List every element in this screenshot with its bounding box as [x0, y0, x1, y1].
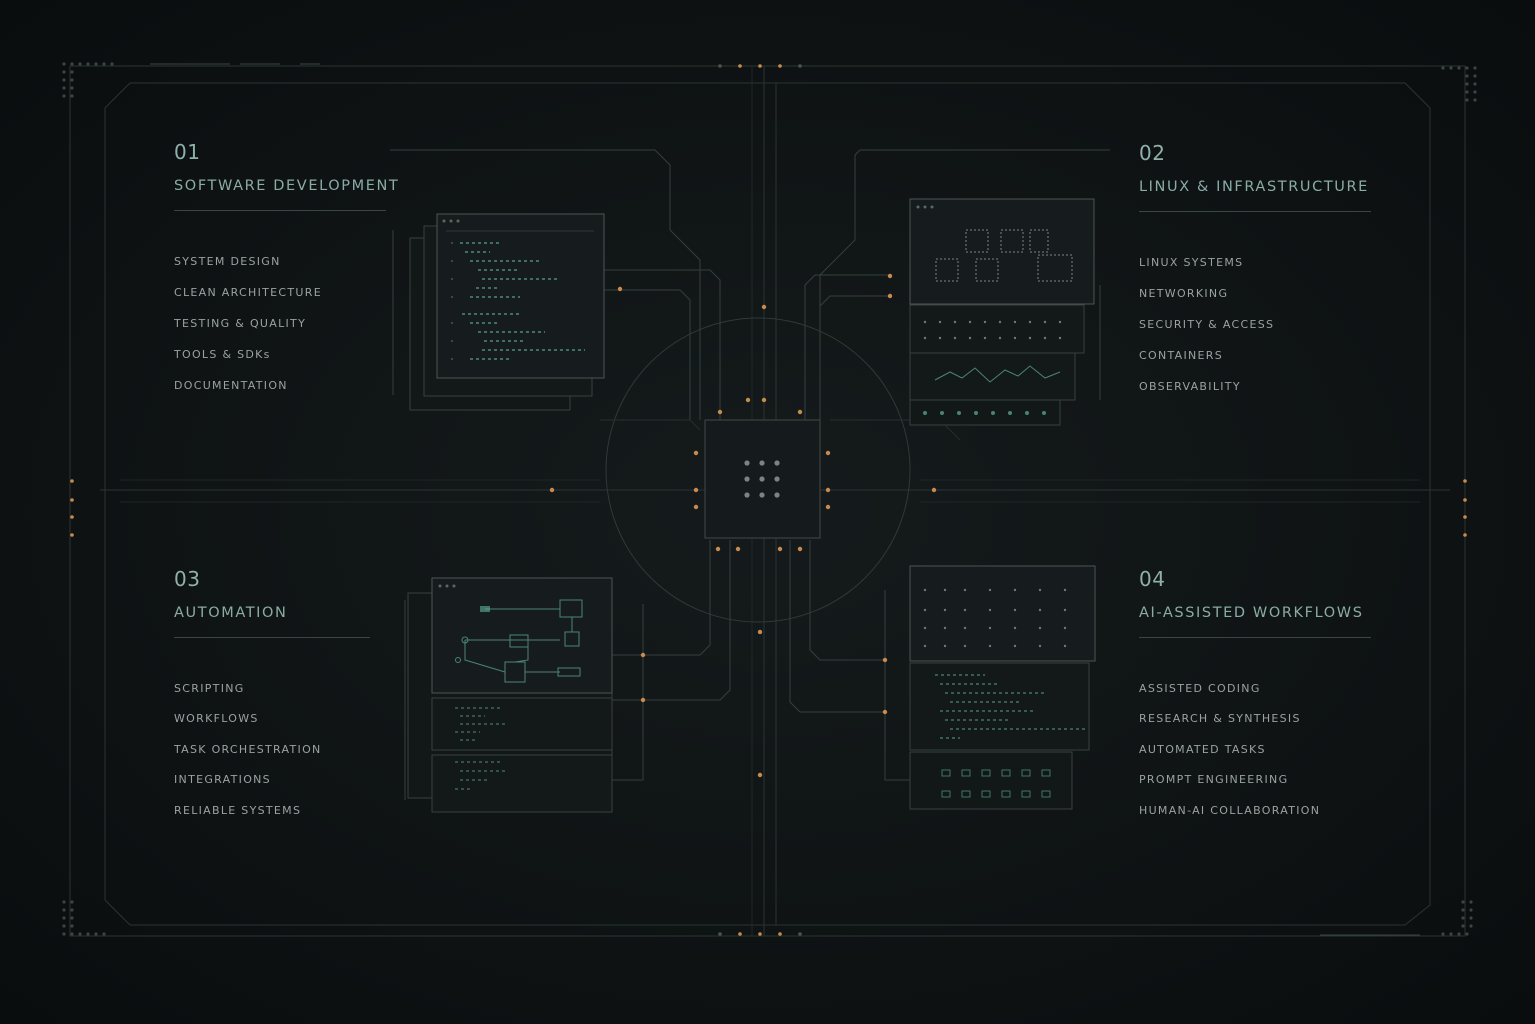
- list-item: OBSERVABILITY: [1139, 380, 1241, 393]
- quadrant-03: 03 AUTOMATION SCRIPTING WORKFLOWS TASK O…: [174, 567, 370, 834]
- title-divider: [1139, 211, 1371, 212]
- ai-window-stack-04: [909, 565, 1096, 810]
- quadrant-02: 02 LINUX & INFRASTRUCTURE LINUX SYSTEMS …: [1139, 141, 1371, 411]
- title-divider: [1139, 637, 1371, 638]
- title-divider: [174, 637, 370, 638]
- list-item: TOOLS & SDKs: [174, 348, 271, 361]
- list-item: CONTAINERS: [1139, 349, 1224, 362]
- list-item: LINUX SYSTEMS: [1139, 256, 1244, 269]
- skill-list: SYSTEM DESIGN CLEAN ARCHITECTURE TESTING…: [174, 255, 386, 410]
- list-item: TASK ORCHESTRATION: [174, 742, 322, 756]
- quadrant-01: 01 SOFTWARE DEVELOPMENT SYSTEM DESIGN CL…: [174, 140, 400, 410]
- quadrant-title: LINUX & INFRASTRUCTURE: [1139, 179, 1369, 195]
- list-item: WORKFLOWS: [174, 712, 259, 726]
- skill-list: SCRIPTING WORKFLOWS TASK ORCHESTRATION I…: [174, 682, 370, 834]
- quadrant-title: AUTOMATION: [174, 605, 288, 621]
- center-hub-chip: [704, 419, 821, 539]
- list-item: RESEARCH & SYNTHESIS: [1139, 712, 1301, 726]
- list-item: RELIABLE SYSTEMS: [174, 803, 302, 817]
- list-item: ASSISTED CODING: [1139, 682, 1261, 695]
- quadrant-title: AI-ASSISTED WORKFLOWS: [1139, 605, 1364, 621]
- quadrant-number: 04: [1139, 567, 1166, 591]
- list-item: SCRIPTING: [174, 682, 245, 695]
- list-item: HUMAN-AI COLLABORATION: [1139, 803, 1321, 817]
- list-item: PROMPT ENGINEERING: [1139, 773, 1289, 787]
- list-item: SYSTEM DESIGN: [174, 255, 281, 268]
- quadrant-04: 04 AI-ASSISTED WORKFLOWS ASSISTED CODING…: [1139, 567, 1371, 834]
- quadrant-title: SOFTWARE DEVELOPMENT: [174, 178, 400, 194]
- list-item: INTEGRATIONS: [174, 773, 271, 787]
- list-item: AUTOMATED TASKS: [1139, 742, 1266, 756]
- quadrant-number: 03: [174, 567, 201, 591]
- diagram-canvas: 01 SOFTWARE DEVELOPMENT SYSTEM DESIGN CL…: [0, 0, 1535, 1024]
- workflow-window-stack-03: [407, 577, 613, 813]
- list-item: TESTING & QUALITY: [174, 317, 307, 330]
- infra-window-stack-02: [909, 198, 1095, 426]
- list-item: SECURITY & ACCESS: [1139, 318, 1275, 331]
- skill-list: ASSISTED CODING RESEARCH & SYNTHESIS AUT…: [1139, 682, 1371, 834]
- title-divider: [174, 210, 386, 211]
- skill-list: LINUX SYSTEMS NETWORKING SECURITY & ACCE…: [1139, 256, 1371, 411]
- list-item: CLEAN ARCHITECTURE: [174, 286, 322, 299]
- quadrant-number: 01: [174, 140, 201, 164]
- code-window-stack-01: [409, 213, 605, 411]
- list-item: NETWORKING: [1139, 287, 1229, 300]
- list-item: DOCUMENTATION: [174, 379, 288, 392]
- quadrant-number: 02: [1139, 141, 1166, 165]
